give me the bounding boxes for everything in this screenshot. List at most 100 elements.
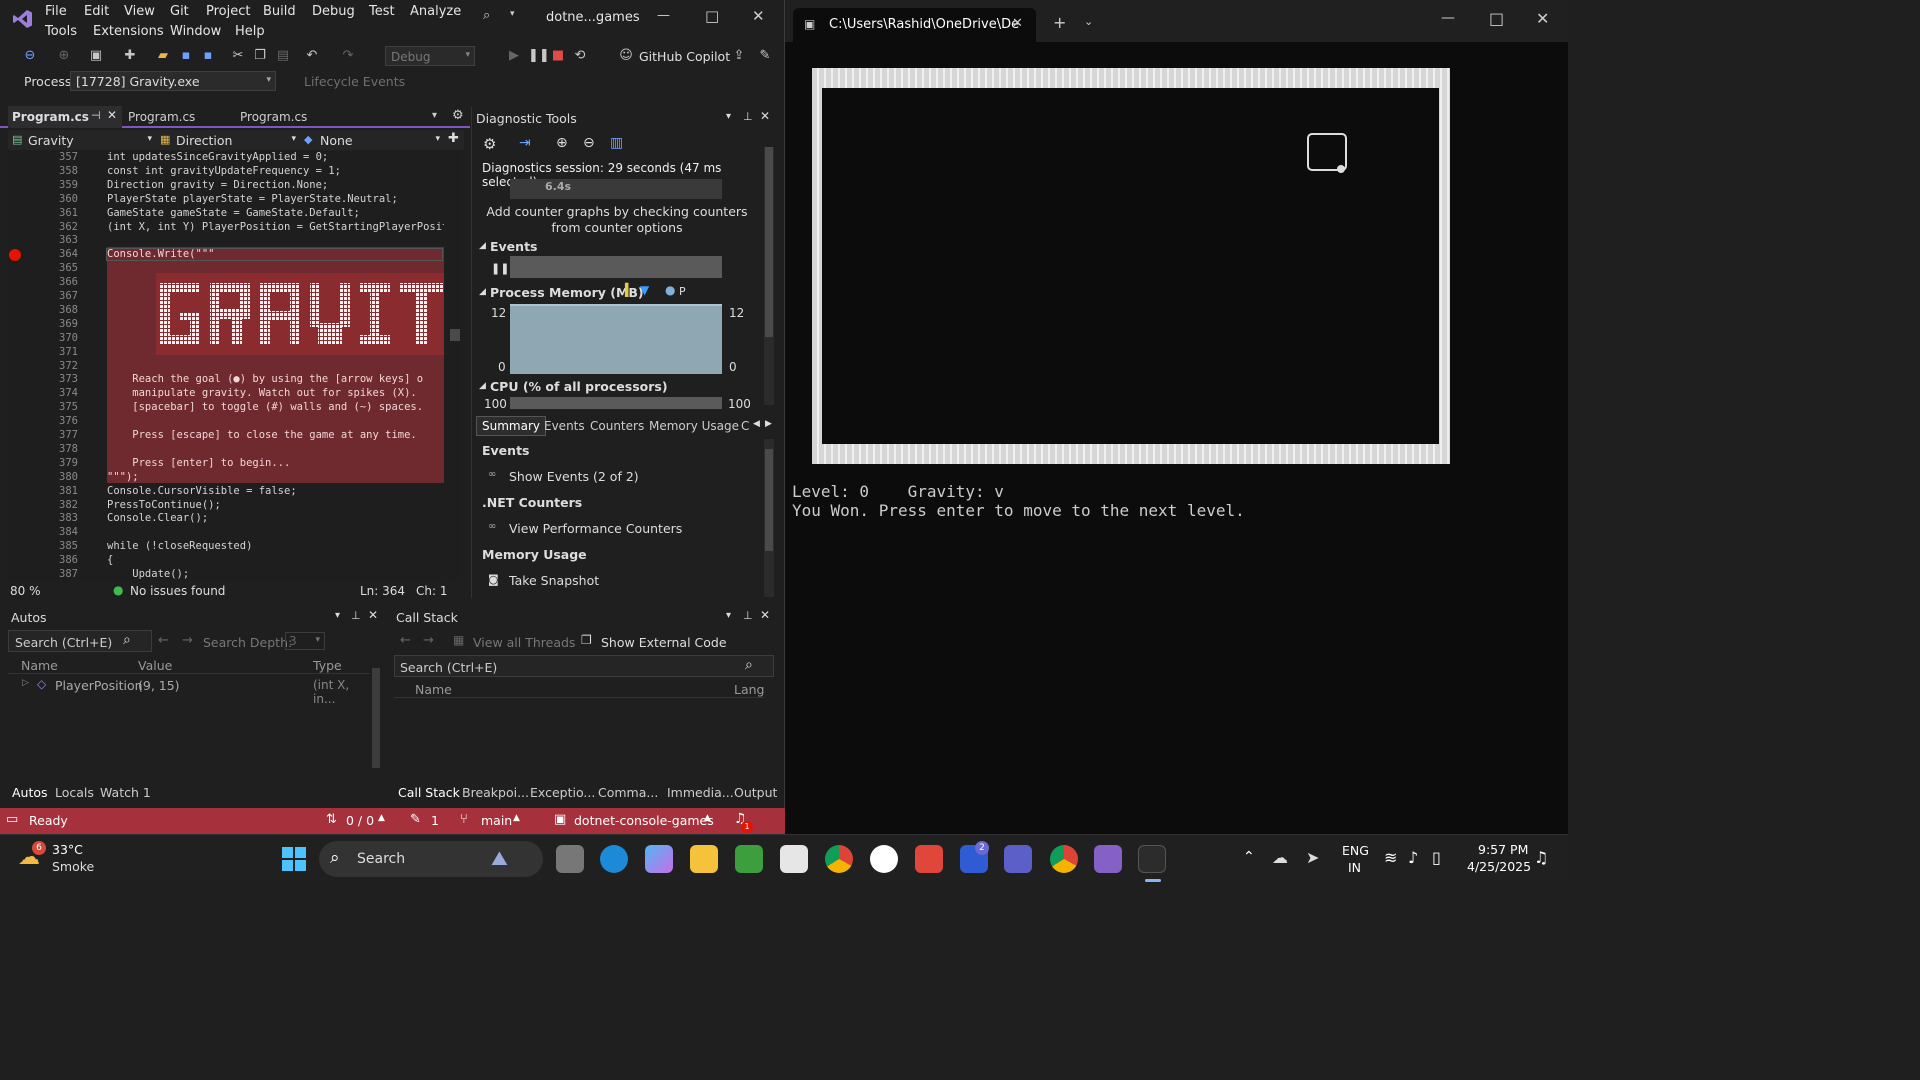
col-lang[interactable]: Lang <box>734 682 764 697</box>
zoom-level[interactable]: 80 % <box>10 584 41 598</box>
continue-icon[interactable]: ▶ <box>506 48 522 64</box>
status-branch[interactable]: main <box>481 813 512 828</box>
col-type[interactable]: Type <box>313 658 342 673</box>
close-window-button[interactable]: ✕ <box>1536 9 1549 28</box>
tab-counters[interactable]: Counters <box>590 419 644 433</box>
new-tab-icon[interactable]: + <box>1053 13 1066 32</box>
collapse-icon[interactable]: ◢ <box>479 287 486 297</box>
photos-icon[interactable] <box>735 845 763 873</box>
zoom-in-icon[interactable]: ⊕ <box>556 135 568 151</box>
pin-icon[interactable]: ⊣ <box>91 109 101 122</box>
tab-cpu[interactable]: C <box>741 419 749 433</box>
tab-program-cs-3[interactable]: Program.cs <box>240 110 307 124</box>
close-window-button[interactable]: ✕ <box>752 7 765 25</box>
notification-bell-icon[interactable]: ♫ <box>1534 848 1548 867</box>
minimize-button[interactable]: — <box>657 8 670 23</box>
dropdown-icon[interactable]: ▾ <box>335 610 340 621</box>
back-nav-icon[interactable]: ⊖ <box>22 48 38 64</box>
maximize-button[interactable]: □ <box>1489 9 1504 28</box>
view-counters-link[interactable]: View Performance Counters <box>509 521 682 536</box>
tab-command[interactable]: Comma... <box>598 785 658 800</box>
tab-breakpoints[interactable]: Breakpoi... <box>462 785 529 800</box>
chrome-profile-icon[interactable] <box>1050 845 1078 873</box>
visual-studio-icon[interactable] <box>1094 845 1122 873</box>
settings-gear-icon[interactable]: ⚙ <box>452 108 464 123</box>
branch-icon[interactable]: ⑂ <box>460 812 468 827</box>
zoom-out-icon[interactable]: ⊖ <box>583 135 595 151</box>
tab-call-stack[interactable]: Call Stack <box>398 785 460 800</box>
tab-exceptions[interactable]: Exceptio... <box>530 785 595 800</box>
events-graph[interactable] <box>510 256 722 278</box>
maximize-button[interactable]: □ <box>705 7 719 25</box>
tray-chevron-icon[interactable]: ⌃ <box>1243 849 1255 865</box>
add-icon[interactable]: ✚ <box>122 48 138 64</box>
menu-view[interactable]: View <box>124 4 155 19</box>
editor-scrollbar[interactable] <box>446 151 462 581</box>
tab-program-cs-2[interactable]: Program.cs <box>128 110 195 124</box>
menu-extensions[interactable]: Extensions <box>93 24 164 39</box>
scroll-left-icon[interactable]: ◀ <box>753 419 760 429</box>
callstack-search-box[interactable]: Search (Ctrl+E) ⌕ <box>394 655 774 677</box>
stop-icon[interactable]: ■ <box>550 48 566 64</box>
dropdown-icon[interactable]: ▾ <box>726 111 731 122</box>
scroll-right-icon[interactable]: ▶ <box>765 419 772 429</box>
send-icon[interactable]: ➤ <box>1306 848 1319 867</box>
save-icon[interactable]: ▪ <box>178 48 194 64</box>
open-folder-icon[interactable]: ▰ <box>155 48 171 64</box>
tab-summary[interactable]: Summary <box>476 416 546 436</box>
split-icon[interactable]: ✚ <box>448 131 459 146</box>
take-snapshot-link[interactable]: Take Snapshot <box>509 573 599 588</box>
status-edits[interactable]: 1 <box>431 813 439 828</box>
lifecycle-events-button[interactable]: Lifecycle Events <box>304 74 405 89</box>
taskbar-search[interactable]: ⌕ Search ⛰ <box>319 841 543 877</box>
nav-member-dropdown[interactable]: ▦ Direction ▾ <box>158 131 298 149</box>
pause-icon[interactable]: ❚❚ <box>528 48 550 64</box>
clock-date[interactable]: 4/25/2025 <box>1467 859 1531 874</box>
vs-logo-icon[interactable] <box>12 8 34 30</box>
search-icon[interactable]: ⌕ <box>483 8 490 23</box>
close-icon[interactable]: ✕ <box>760 109 770 123</box>
menu-analyze[interactable]: Analyze <box>410 4 461 19</box>
restart-icon[interactable]: ⟲ <box>572 48 588 64</box>
summary-scrollbar[interactable] <box>764 439 774 597</box>
back-arrow-icon[interactable]: ← <box>400 633 411 648</box>
issues-status[interactable]: No issues found <box>130 584 225 598</box>
pin-icon[interactable]: ⊥ <box>743 110 753 123</box>
clock-time[interactable]: 9:57 PM <box>1478 842 1528 857</box>
col-value[interactable]: Value <box>138 658 172 673</box>
diag-scrollbar[interactable] <box>764 147 774 405</box>
pin-icon[interactable]: ⊥ <box>351 609 361 622</box>
pencil-icon[interactable]: ✎ <box>410 812 421 827</box>
collapse-icon[interactable]: ◢ <box>479 241 486 251</box>
col-name[interactable]: Name <box>21 658 58 673</box>
copy-icon[interactable]: ❐ <box>252 48 268 64</box>
region-indicator[interactable]: IN <box>1348 860 1361 875</box>
forward-arrow-icon[interactable]: → <box>423 633 434 648</box>
menu-debug[interactable]: Debug <box>312 4 355 19</box>
tab-list-dropdown-icon[interactable]: ▾ <box>432 110 437 121</box>
status-changes[interactable]: 0 / 0 <box>346 813 374 828</box>
pause-icon[interactable]: ❚❚ <box>491 262 509 275</box>
volume-icon[interactable]: ♪ <box>1408 848 1418 867</box>
tab-events[interactable]: Events <box>544 419 585 433</box>
edge-icon[interactable] <box>600 845 628 873</box>
dropdown-icon[interactable]: ▾ <box>726 610 731 621</box>
tab-program-cs-active[interactable]: Program.cs ⊣ ✕ <box>8 106 122 128</box>
line-number[interactable]: Ln: 364 <box>360 584 405 598</box>
repo-icon[interactable]: ▣ <box>554 812 566 827</box>
tab-watch-1[interactable]: Watch 1 <box>100 785 151 800</box>
export-icon[interactable]: ⇥ <box>519 135 531 151</box>
tab-memory-usage[interactable]: Memory Usage <box>649 419 739 433</box>
menu-build[interactable]: Build <box>263 4 296 19</box>
back-arrow-icon[interactable]: ← <box>158 633 169 648</box>
breakpoint-icon[interactable] <box>9 249 21 261</box>
collapse-icon[interactable]: ◢ <box>479 381 486 391</box>
autos-scrollbar[interactable] <box>370 656 382 780</box>
github-icon[interactable] <box>870 845 898 873</box>
tab-autos[interactable]: Autos <box>12 785 48 800</box>
task-view-icon[interactable] <box>556 845 584 873</box>
status-repo[interactable]: dotnet-console-games <box>574 813 714 828</box>
cpu-graph[interactable] <box>510 397 722 409</box>
language-indicator[interactable]: ENG <box>1342 843 1369 858</box>
code-editor[interactable]: 357 int updatesSinceGravityApplied = 0; 35… <box>8 151 444 581</box>
